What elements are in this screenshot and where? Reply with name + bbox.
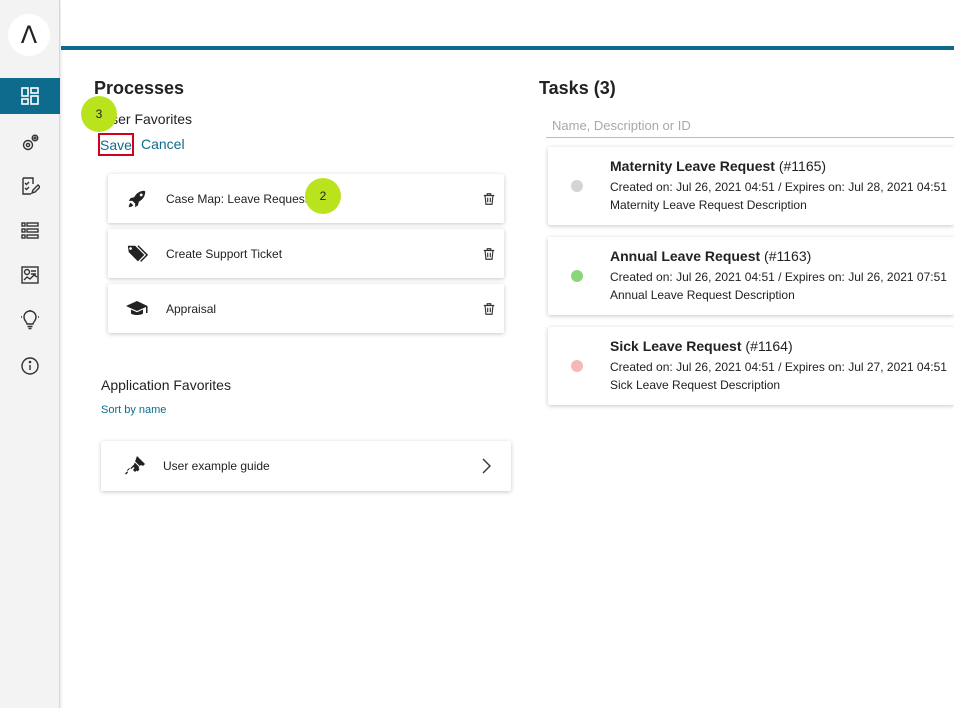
- created-date: Jul 26, 2021 04:51: [676, 180, 775, 194]
- step-marker-3: 3: [81, 96, 117, 132]
- task-description: Annual Leave Request Description: [610, 288, 795, 302]
- favorite-process-card[interactable]: Appraisal: [108, 284, 504, 333]
- expires-date: Jul 27, 2021 04:51: [848, 360, 947, 374]
- task-card[interactable]: Annual Leave Request (#1163) Created on:…: [548, 237, 954, 315]
- ticket-icon: [123, 454, 147, 478]
- rocket-icon: [125, 187, 149, 211]
- expires-date: Jul 28, 2021 04:51: [848, 180, 947, 194]
- task-card[interactable]: Sick Leave Request (#1164) Created on: J…: [548, 327, 954, 405]
- task-title: Sick Leave Request (#1164): [610, 338, 793, 354]
- sort-by-name-link[interactable]: Sort by name: [101, 404, 166, 416]
- sidebar-item-task-edit[interactable]: [0, 168, 60, 204]
- status-dot: [571, 180, 583, 192]
- expires-label: / Expires on:: [778, 270, 845, 284]
- logo[interactable]: Λ: [8, 14, 50, 56]
- favorite-process-label: Appraisal: [166, 301, 217, 316]
- tasks-title: Tasks (3): [539, 78, 616, 98]
- sidebar-item-dashboard[interactable]: [0, 78, 60, 114]
- status-dot: [571, 360, 583, 372]
- list-icon: [21, 222, 39, 239]
- task-description: Maternity Leave Request Description: [610, 198, 807, 212]
- sidebar-item-statistics[interactable]: [0, 257, 60, 293]
- task-name: Maternity Leave Request: [610, 158, 775, 174]
- sidebar-item-info[interactable]: [0, 348, 60, 384]
- favorite-process-label: Case Map: Leave Request: [166, 191, 309, 206]
- lightbulb-icon: [21, 310, 39, 330]
- created-label: Created on:: [610, 360, 673, 374]
- task-meta: Created on: Jul 26, 2021 04:51 / Expires…: [610, 270, 947, 284]
- task-search-input[interactable]: [546, 114, 954, 138]
- task-id: (#1164): [745, 338, 793, 354]
- task-id: (#1163): [764, 248, 812, 264]
- step-marker-2: 2: [305, 178, 341, 214]
- tags-icon: [125, 242, 149, 266]
- status-dot: [571, 270, 583, 282]
- task-name: Annual Leave Request: [610, 248, 761, 264]
- sidebar-item-ideas[interactable]: [0, 302, 60, 338]
- top-bar: [61, 0, 954, 50]
- process-settings-icon: [22, 134, 39, 151]
- application-favorite-label: User example guide: [163, 459, 270, 473]
- application-favorites-label: Application Favorites: [101, 377, 231, 393]
- task-meta: Created on: Jul 26, 2021 04:51 / Expires…: [610, 360, 947, 374]
- expires-label: / Expires on:: [778, 180, 845, 194]
- task-card[interactable]: Maternity Leave Request (#1165) Created …: [548, 147, 954, 225]
- trash-icon[interactable]: [480, 245, 498, 263]
- expires-label: / Expires on:: [778, 360, 845, 374]
- created-label: Created on:: [610, 270, 673, 284]
- statistics-icon: [21, 266, 39, 284]
- trash-icon[interactable]: [480, 300, 498, 318]
- graduation-cap-icon: [125, 297, 149, 321]
- favorite-process-card[interactable]: Create Support Ticket: [108, 229, 504, 278]
- task-title: Annual Leave Request (#1163): [610, 248, 811, 264]
- sidebar-item-process-settings[interactable]: [0, 125, 60, 161]
- cancel-button[interactable]: Cancel: [141, 136, 185, 152]
- sidebar: Λ: [0, 0, 60, 708]
- processes-title: Processes: [94, 78, 185, 98]
- task-meta: Created on: Jul 26, 2021 04:51 / Expires…: [610, 180, 947, 194]
- task-description: Sick Leave Request Description: [610, 378, 781, 392]
- task-title: Maternity Leave Request (#1165): [610, 158, 826, 174]
- tasks-edit-icon: [22, 177, 40, 195]
- sidebar-item-list[interactable]: [0, 212, 60, 248]
- save-button[interactable]: Save: [98, 133, 134, 156]
- expires-date: Jul 26, 2021 07:51: [848, 270, 947, 284]
- created-date: Jul 26, 2021 04:51: [676, 360, 775, 374]
- chevron-right-icon: [481, 457, 493, 475]
- dashboard-icon: [21, 87, 39, 105]
- created-label: Created on:: [610, 180, 673, 194]
- application-favorite-card[interactable]: User example guide: [101, 441, 511, 491]
- favorite-process-label: Create Support Ticket: [166, 246, 283, 261]
- task-name: Sick Leave Request: [610, 338, 742, 354]
- info-icon: [21, 357, 39, 375]
- created-date: Jul 26, 2021 04:51: [676, 270, 775, 284]
- task-id: (#1165): [778, 158, 827, 174]
- logo-glyph: Λ: [20, 21, 38, 49]
- trash-icon[interactable]: [480, 190, 498, 208]
- app-window: Λ Processes User Favorites Save Cancel C…: [0, 0, 954, 708]
